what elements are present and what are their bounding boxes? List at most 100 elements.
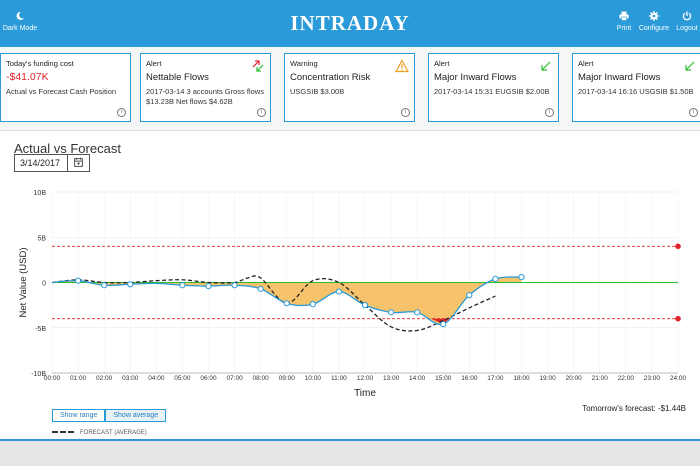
chart-toggle-buttons: Show range Show average <box>52 404 167 422</box>
power-icon <box>682 11 692 21</box>
dashed-line-swatch <box>52 431 74 434</box>
alert-cards-row: Today's funding cost -$41.07K Actual vs … <box>0 47 700 131</box>
card-body: USGSIB $3.00B <box>290 87 345 96</box>
major-inward-flows-card-2[interactable]: Alert Major Inward Flows 2017-03-14 16:1… <box>572 53 700 122</box>
show-average-button[interactable]: Show average <box>105 409 167 422</box>
x-tick-label: 03:00 <box>122 375 139 382</box>
x-axis-label: Time <box>354 388 376 399</box>
top-bar: Dark Mode INTRADAY Print Configure Logou… <box>0 0 700 47</box>
actual-data-point <box>101 282 108 289</box>
card-type: Alert <box>434 59 450 68</box>
card-title: Concentration Risk <box>290 72 371 83</box>
x-tick-label: 11:00 <box>331 375 347 382</box>
down-left-arrow-icon <box>541 61 551 71</box>
brand-title: INTRADAY <box>290 11 410 35</box>
concentration-risk-card[interactable]: Warning Concentration Risk USGSIB $3.00B… <box>284 53 415 122</box>
y-tick-label: 0 <box>42 281 46 288</box>
x-tick-label: 13:00 <box>383 375 400 382</box>
x-tick-label: 19:00 <box>539 375 556 382</box>
chart-legend: FORECAST (AVERAGE) <box>52 430 147 436</box>
calendar-icon[interactable] <box>67 155 89 171</box>
up-down-arrows-icon <box>252 60 264 72</box>
print-button[interactable]: Print <box>612 11 636 32</box>
actual-data-point <box>309 301 316 308</box>
actual-data-point <box>361 302 369 309</box>
footer-bar <box>0 439 700 466</box>
gear-icon <box>649 11 659 21</box>
x-tick-label: 20:00 <box>566 375 583 382</box>
actual-data-point <box>387 309 395 316</box>
funding-cost-value: -$41.07K <box>6 71 49 83</box>
threshold-alert-dot <box>675 243 681 250</box>
warning-triangle-icon <box>395 59 409 73</box>
x-tick-label: 10:00 <box>305 375 322 382</box>
info-icon[interactable]: i <box>257 108 266 117</box>
nettable-flows-card[interactable]: Alert Nettable Flows 2017-03-14 3 accoun… <box>140 53 271 122</box>
actual-data-point <box>127 281 134 288</box>
x-tick-label: 09:00 <box>279 375 296 382</box>
x-tick-label: 12:00 <box>357 375 374 382</box>
logout-label: Logout <box>676 25 698 32</box>
card-type: Alert <box>146 59 162 68</box>
x-tick-label: 05:00 <box>174 375 191 382</box>
card-title: Nettable Flows <box>146 72 209 83</box>
tomorrow-forecast: Tomorrow's forecast: -$1.44B <box>582 404 686 413</box>
actual-data-point <box>74 277 82 284</box>
card-body: 2017-03-14 15:31 EUGSIB $2.00B <box>434 87 550 96</box>
x-tick-label: 18:00 <box>513 375 530 382</box>
configure-label: Configure <box>638 25 670 32</box>
down-left-arrow-icon <box>685 61 695 71</box>
info-icon[interactable]: i <box>401 108 410 117</box>
x-tick-label: 04:00 <box>148 375 165 382</box>
card-body: 2017-03-14 16:16 USGSIB $1.50B <box>578 87 694 96</box>
card-type: Today's funding cost <box>6 59 74 68</box>
card-title: Major Inward Flows <box>434 72 517 83</box>
date-value: 3/14/2017 <box>20 158 61 168</box>
date-picker[interactable]: 3/14/2017 <box>14 154 90 172</box>
x-tick-label: 15:00 <box>435 375 452 382</box>
threshold-alert-dot <box>675 315 681 322</box>
info-icon[interactable]: i <box>545 108 554 117</box>
x-tick-label: 07:00 <box>226 375 243 382</box>
actual-data-point <box>179 282 186 289</box>
actual-data-point <box>440 321 447 328</box>
card-body: 2017-03-14 3 accounts Gross flows $13.23… <box>146 87 264 106</box>
legend-label: FORECAST (AVERAGE) <box>80 430 147 436</box>
card-type: Warning <box>290 59 318 68</box>
actual-data-point <box>231 282 238 289</box>
info-icon[interactable]: i <box>117 108 126 117</box>
x-tick-label: 00:00 <box>44 375 61 382</box>
actual-data-point <box>283 300 290 307</box>
y-axis-label: Net Value (USD) <box>18 247 29 317</box>
y-tick-label: 10B <box>34 190 47 197</box>
actual-data-point <box>492 275 499 282</box>
x-tick-label: 02:00 <box>96 375 113 382</box>
actual-vs-forecast-chart: 10B5B0-5B-10B00:00 01:00 02:00 03:00 04:00 05… <box>18 190 687 399</box>
show-range-button[interactable]: Show range <box>52 409 106 422</box>
actual-data-point <box>335 288 343 295</box>
printer-icon <box>619 11 629 21</box>
funding-cost-card[interactable]: Today's funding cost -$41.07K Actual vs … <box>0 53 131 122</box>
y-tick-label: -5B <box>35 326 46 333</box>
card-body: Actual vs Forecast Cash Position <box>6 87 117 96</box>
info-icon[interactable]: i <box>689 108 698 117</box>
x-tick-label: 08:00 <box>253 375 270 382</box>
actual-data-point <box>466 292 473 299</box>
actual-data-point <box>205 283 212 290</box>
actual-data-point <box>518 273 525 281</box>
x-tick-label: 24:00 <box>670 375 687 382</box>
actual-data-point <box>414 309 421 316</box>
x-tick-label: 01:00 <box>70 375 87 382</box>
x-tick-label: 06:00 <box>200 375 217 382</box>
card-title: Major Inward Flows <box>578 72 661 83</box>
x-tick-label: 16:00 <box>461 375 478 382</box>
configure-button[interactable]: Configure <box>636 11 672 32</box>
x-tick-label: 23:00 <box>644 375 661 382</box>
x-tick-label: 14:00 <box>409 375 426 382</box>
logout-button[interactable]: Logout <box>674 11 700 32</box>
actual-data-point <box>257 285 264 292</box>
x-tick-label: 21:00 <box>592 375 609 382</box>
card-type: Alert <box>578 59 594 68</box>
print-label: Print <box>616 25 632 32</box>
major-inward-flows-card-1[interactable]: Alert Major Inward Flows 2017-03-14 15:3… <box>428 53 559 122</box>
